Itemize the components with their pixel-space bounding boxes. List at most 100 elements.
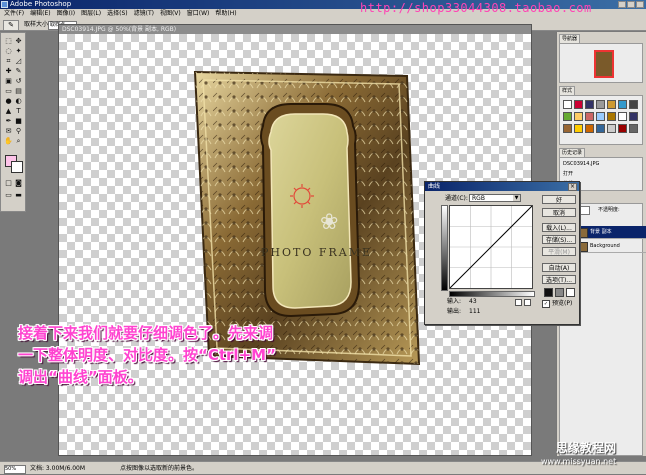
slice-tool-icon[interactable]: ◿ <box>14 57 23 66</box>
style-swatch[interactable] <box>618 124 627 133</box>
move-tool-icon[interactable]: ✥ <box>14 37 23 46</box>
style-swatch[interactable] <box>596 112 605 121</box>
chevron-down-icon: ▼ <box>513 195 520 201</box>
navigator-thumbnail[interactable] <box>594 50 614 78</box>
style-swatch[interactable] <box>607 124 616 133</box>
background-color-swatch[interactable] <box>11 161 23 173</box>
style-swatch[interactable] <box>629 112 638 121</box>
menu-help[interactable]: 帮助(H) <box>215 9 236 19</box>
doc-size: 文档: 3.00M/6.00M <box>30 465 86 472</box>
zoom-tool-icon[interactable]: ⌕ <box>14 137 23 146</box>
input-label: 输入: <box>447 298 462 305</box>
menu-filter[interactable]: 滤镜(T) <box>134 9 154 19</box>
style-swatch[interactable] <box>574 112 583 121</box>
menu-edit[interactable]: 编辑(E) <box>30 9 50 19</box>
blur-tool-icon[interactable]: ● <box>4 97 13 106</box>
close-button[interactable] <box>636 1 644 8</box>
pen-tool-icon[interactable]: ✒ <box>4 117 13 126</box>
sample-size-label: 取样大小: <box>24 21 51 28</box>
style-swatch[interactable] <box>607 100 616 109</box>
style-swatch[interactable] <box>563 112 572 121</box>
hand-tool-icon[interactable]: ✋ <box>4 137 13 146</box>
white-eyedropper-icon[interactable] <box>566 288 575 297</box>
dodge-tool-icon[interactable]: ◐ <box>14 97 23 106</box>
brush-tool-icon[interactable]: ✎ <box>14 67 23 76</box>
marquee-tool-icon[interactable]: ⬚ <box>4 37 13 46</box>
shape-tool-icon[interactable]: ■ <box>14 117 23 126</box>
caption-line: 一下整体明度、对比度。按“Ctrl+M” <box>18 346 276 364</box>
stamp-tool-icon[interactable]: ▣ <box>4 77 13 86</box>
eyedropper-tool-icon[interactable]: ✎ <box>3 20 19 31</box>
curves-title: 曲线 <box>425 182 579 191</box>
menu-select[interactable]: 选择(S) <box>107 9 128 19</box>
navigator-panel <box>559 43 643 83</box>
opacity-label: 不透明度: <box>598 207 620 213</box>
flower-watermark-icon: ❀ <box>320 210 339 235</box>
zoom-field[interactable]: 50% <box>4 465 26 474</box>
menu-view[interactable]: 视图(V) <box>160 9 181 19</box>
gradient-tool-icon[interactable]: ▤ <box>14 87 23 96</box>
path-select-tool-icon[interactable]: ▲ <box>4 107 13 116</box>
maximize-button[interactable] <box>627 1 635 8</box>
menu-window[interactable]: 窗口(W) <box>187 9 210 19</box>
window-title: Adobe Photoshop <box>10 0 72 8</box>
quickmask-mode-icon[interactable]: ◙ <box>14 179 23 188</box>
history-snapshot[interactable]: DSC03914.JPG <box>563 160 599 169</box>
style-swatch[interactable] <box>618 112 627 121</box>
style-swatch[interactable] <box>563 124 572 133</box>
style-swatch[interactable] <box>585 124 594 133</box>
curve-graph[interactable] <box>449 205 533 289</box>
save-button[interactable]: 存储(S)... <box>542 235 576 244</box>
history-brush-tool-icon[interactable]: ↺ <box>14 77 23 86</box>
style-swatch[interactable] <box>629 100 638 109</box>
channel-label: 通道(C): <box>445 195 468 202</box>
notes-tool-icon[interactable]: ✉ <box>4 127 13 136</box>
black-eyedropper-icon[interactable] <box>544 288 553 297</box>
menu-layer[interactable]: 图层(L) <box>81 9 101 19</box>
input-gradient-bar <box>449 291 535 297</box>
eraser-tool-icon[interactable]: ▭ <box>4 87 13 96</box>
minimize-button[interactable] <box>618 1 626 8</box>
preview-checkbox[interactable]: ✓ <box>542 300 550 308</box>
type-tool-icon[interactable]: T <box>14 107 23 116</box>
standard-mode-icon[interactable]: □ <box>4 179 13 188</box>
preview-checkbox-row[interactable]: ✓ 预览(P) <box>542 300 572 308</box>
channel-select[interactable]: RGB ▼ <box>469 194 521 202</box>
menu-file[interactable]: 文件(F) <box>4 9 24 19</box>
cancel-button[interactable]: 取消 <box>542 208 576 217</box>
auto-button[interactable]: 自动(A) <box>542 263 576 272</box>
curve-grid <box>449 205 533 289</box>
history-step-open[interactable]: 打开 <box>563 170 573 179</box>
caption-line: 调出“曲线”面板。 <box>18 368 143 386</box>
output-gradient-bar <box>441 205 448 291</box>
load-button[interactable]: 载入(L)... <box>542 223 576 232</box>
healing-tool-icon[interactable]: ✚ <box>4 67 13 76</box>
output-label: 输出: <box>447 308 462 315</box>
options-button[interactable]: 选项(T)... <box>542 275 576 284</box>
screen-mode-icon[interactable]: ▭ <box>4 191 13 200</box>
style-swatch[interactable] <box>585 100 594 109</box>
style-swatch[interactable] <box>596 124 605 133</box>
style-swatch[interactable] <box>629 124 638 133</box>
style-swatch[interactable] <box>574 124 583 133</box>
style-swatch[interactable] <box>607 112 616 121</box>
eyedropper-icon[interactable]: ⚲ <box>14 127 23 136</box>
site-url: www.missyuan.net <box>541 457 617 466</box>
close-icon[interactable]: × <box>568 183 577 191</box>
menu-image[interactable]: 图像(I) <box>57 9 75 19</box>
style-swatch[interactable] <box>574 100 583 109</box>
fullscreen-mode-icon[interactable]: ▬ <box>14 191 23 200</box>
curve-point-icon[interactable] <box>515 299 522 306</box>
style-swatch[interactable] <box>563 100 572 109</box>
lasso-tool-icon[interactable]: ◌ <box>4 47 13 56</box>
layer-name: Background <box>590 243 620 249</box>
smooth-button[interactable]: 平滑(M) <box>542 247 576 256</box>
crop-tool-icon[interactable]: ⌗ <box>4 57 13 66</box>
style-swatch[interactable] <box>596 100 605 109</box>
magic-wand-tool-icon[interactable]: ✦ <box>14 47 23 56</box>
ok-button[interactable]: 好 <box>542 195 576 204</box>
gray-eyedropper-icon[interactable] <box>555 288 564 297</box>
pencil-draw-icon[interactable] <box>524 299 531 306</box>
style-swatch[interactable] <box>585 112 594 121</box>
style-swatch[interactable] <box>618 100 627 109</box>
